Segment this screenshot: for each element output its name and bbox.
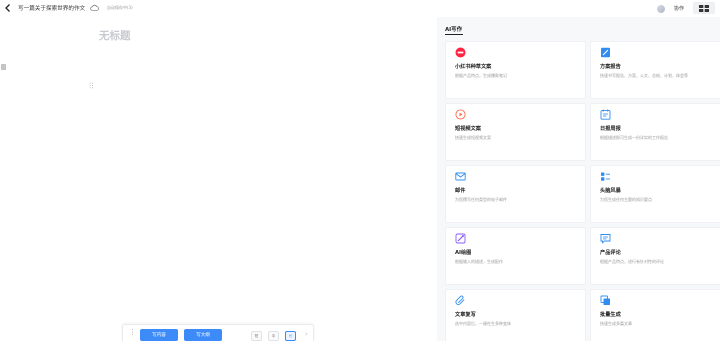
length-medium-option[interactable]: 中 [268, 331, 279, 341]
card-description: 选中内容后，一键在生多种变体 [455, 321, 511, 326]
card-title: 批量生成 [600, 312, 621, 318]
video-icon [455, 109, 466, 120]
card-title: 产品评论 [600, 250, 621, 256]
card-description: 为您撰写任何类型的电子邮件 [455, 197, 507, 202]
card-title: 头脑风暴 [600, 188, 621, 194]
card-product-review[interactable]: 产品评论 根据产品特点，进行有针对性的评论 [590, 227, 720, 285]
editor-area[interactable]: 无标题 [0, 17, 437, 341]
autosave-status: 自动保存中(3) [107, 5, 133, 10]
card-description: 根据描述即可生成一份详实的工作报告 [600, 135, 668, 140]
collaborate-button[interactable]: 协作 [674, 5, 684, 12]
card-description: 根据输入的描述，生成配作 [455, 259, 503, 264]
card-title: 方案报告 [600, 64, 621, 70]
brainstorm-icon [601, 172, 610, 181]
back-arrow-icon[interactable] [3, 3, 13, 13]
card-ai-drawing[interactable]: AI绘图 根据输入的描述，生成配作 [445, 227, 586, 285]
grid-layout-icon [699, 4, 709, 12]
panel-title: AI写作 [445, 27, 462, 33]
calendar-icon [600, 109, 611, 120]
card-batch-generate[interactable]: 批量生成 快速生成多篇文章 [590, 289, 720, 341]
card-short-video[interactable]: 短视频文案 快速生成短视频文案 [445, 103, 586, 161]
card-title: 小红书种草文案 [455, 64, 492, 70]
title-placeholder[interactable]: 无标题 [99, 28, 131, 43]
card-title: 邮件 [455, 188, 466, 194]
card-description: 根据产品特点，进行有针对性的评论 [600, 259, 664, 264]
document-title[interactable]: 写一篇关于探索世界的作文 [18, 4, 85, 12]
card-xiaohongshu[interactable]: 小红书种草文案 根据产品特点，生成爆款笔记 [445, 41, 586, 99]
write-content-button[interactable]: 写内容 [140, 329, 178, 341]
ai-writing-panel: AI写作 小红书种草文案 根据产品特点，生成爆款笔记 方案报告 快速书写报告、方… [437, 17, 720, 341]
card-description: 为您生成任何主题的知识要点 [600, 197, 652, 202]
card-daily-weekly[interactable]: 日报周报 根据描述即可生成一份详实的工作报告 [590, 103, 720, 161]
card-article-rewrite[interactable]: 文章复写 选中内容后，一键在生多种变体 [445, 289, 586, 341]
panel-title-underline [445, 34, 463, 35]
report-icon [601, 47, 610, 58]
length-short-option[interactable]: 短 [251, 331, 262, 341]
card-mail[interactable]: 邮件 为您撰写任何类型的电子邮件 [445, 165, 586, 223]
card-description: 快速生成多篇文章 [600, 321, 632, 326]
drag-handle-icon[interactable] [89, 82, 94, 89]
writing-toolbar: ⋮ 写内容 写大纲 短 中 长 › [122, 324, 314, 341]
more-options-icon[interactable]: ⋮ [129, 329, 136, 336]
cloud-sync-icon [90, 4, 99, 11]
outline-menu-icon[interactable] [0, 63, 7, 71]
card-brainstorm[interactable]: 头脑风暴 为您生成任何主题的知识要点 [590, 165, 720, 223]
chevron-right-icon[interactable]: › [305, 330, 308, 338]
write-outline-button[interactable]: 写大纲 [184, 329, 222, 341]
card-title: 文章复写 [455, 312, 476, 318]
layout-toggle-button[interactable] [693, 2, 715, 14]
xiaohongshu-icon [455, 47, 466, 58]
length-long-option[interactable]: 长 [285, 331, 296, 341]
avatar[interactable] [657, 5, 665, 13]
card-title: 短视频文案 [455, 126, 481, 132]
card-title: AI绘图 [455, 250, 472, 256]
paint-icon [455, 233, 466, 244]
card-title: 日报周报 [600, 126, 621, 132]
card-report[interactable]: 方案报告 快速书写报告、方案、公文、总结、计划、体会等 [590, 41, 720, 99]
card-description: 快速书写报告、方案、公文、总结、计划、体会等 [600, 73, 688, 78]
top-bar: 写一篇关于探索世界的作文 自动保存中(3) 协作 [0, 0, 720, 17]
card-description: 根据产品特点，生成爆款笔记 [455, 73, 507, 78]
card-description: 快速生成短视频文案 [455, 135, 491, 140]
batch-icon [600, 295, 610, 305]
rewrite-icon [455, 295, 465, 305]
comment-icon [600, 234, 611, 244]
mail-icon [455, 172, 466, 181]
